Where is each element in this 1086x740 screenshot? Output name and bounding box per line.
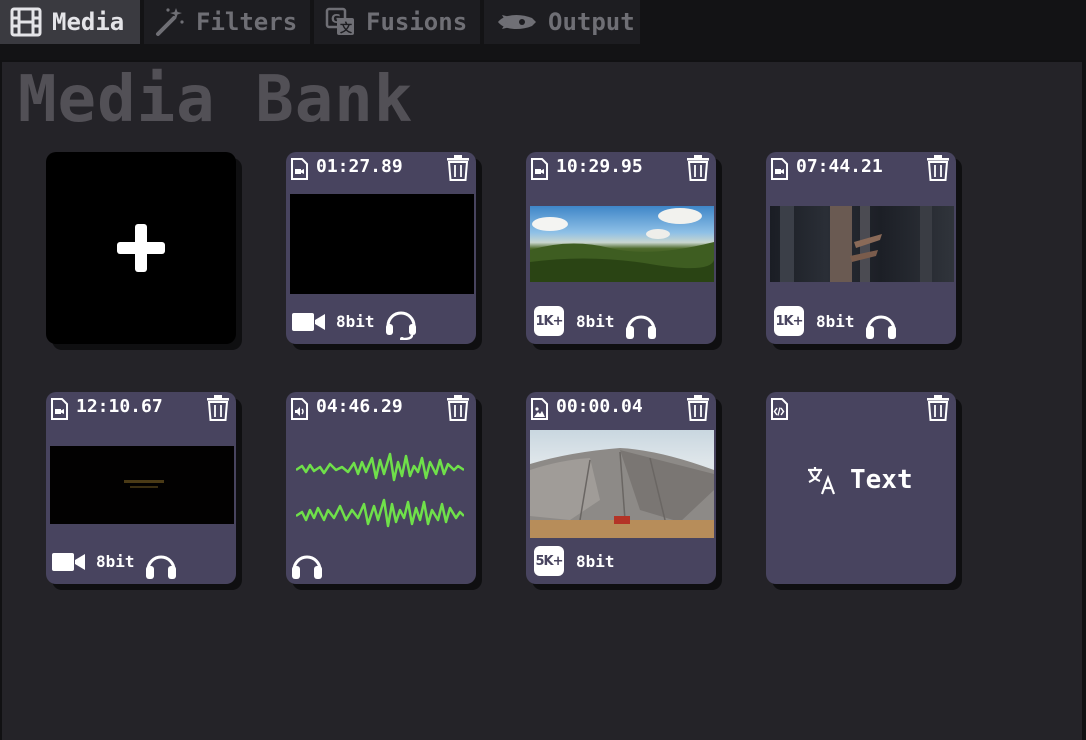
bit-depth-label: 8bit: [96, 552, 135, 571]
trash-icon[interactable]: [686, 395, 710, 421]
tab-fusions[interactable]: G文 Fusions: [314, 0, 480, 44]
page-title: Media Bank: [18, 63, 414, 137]
trash-icon[interactable]: [206, 395, 230, 421]
card-header: 04:46.29: [286, 392, 476, 422]
card-footer: 8bit: [286, 300, 476, 344]
media-card[interactable]: 04:46.29: [286, 392, 476, 584]
duration-label: 07:44.21: [796, 156, 883, 177]
card-footer: 1K+ 8bit: [766, 300, 956, 344]
card-footer: [286, 540, 476, 584]
text-item-label: Text: [850, 465, 913, 495]
audio-file-icon: [291, 398, 308, 420]
image-thumbnail: [530, 430, 714, 538]
card-header: 10:29.95: [526, 152, 716, 182]
trash-icon[interactable]: [686, 155, 710, 181]
tab-bar: Media Filters G文 Fusions Output: [0, 0, 1086, 60]
tab-filters[interactable]: Filters: [144, 0, 310, 44]
bit-depth-label: 8bit: [816, 312, 855, 331]
bit-depth-label: 8bit: [576, 552, 615, 571]
media-card[interactable]: Text: [766, 392, 956, 584]
video-camera-icon: [292, 313, 325, 331]
headphones-icon: [146, 555, 176, 579]
resolution-badge: 5K+: [534, 546, 564, 576]
resolution-badge: 1K+: [534, 306, 564, 336]
tab-fusions-label: Fusions: [366, 8, 468, 36]
tab-media-label: Media: [52, 8, 125, 36]
headphones-icon: [866, 315, 896, 339]
video-thumbnail: [770, 206, 954, 282]
trash-icon[interactable]: [446, 155, 470, 181]
headphones-icon: [626, 315, 656, 339]
tab-media[interactable]: Media: [0, 0, 140, 44]
translate-icon: G文: [324, 6, 356, 38]
code-file-icon: [771, 398, 788, 420]
video-thumbnail: [290, 194, 474, 294]
trash-icon[interactable]: [926, 155, 950, 181]
media-card[interactable]: 00:00.04 5K+ 8bit: [526, 392, 716, 584]
video-file-icon: [51, 398, 68, 420]
svg-text:文: 文: [340, 20, 353, 35]
video-file-icon: [531, 158, 548, 180]
duration-label: 01:27.89: [316, 156, 403, 177]
video-thumbnail: [50, 446, 234, 524]
image-file-icon: [531, 398, 548, 420]
media-card[interactable]: 07:44.21 1K+ 8bit: [766, 152, 956, 344]
card-footer: 5K+ 8bit: [526, 540, 716, 584]
media-bank-panel: Media Bank 01:27.89 8bit 10:29.95 1K+ 8b…: [2, 62, 1082, 740]
video-file-icon: [771, 158, 788, 180]
card-footer: 8bit: [46, 540, 236, 584]
video-camera-icon: [52, 553, 85, 571]
card-header: 07:44.21: [766, 152, 956, 182]
film-icon: [10, 6, 42, 38]
audio-waveform: [296, 452, 464, 528]
duration-label: 04:46.29: [316, 396, 403, 417]
text-item: Text: [806, 464, 913, 496]
card-footer: 1K+ 8bit: [526, 300, 716, 344]
card-header: [766, 392, 956, 422]
video-file-icon: [291, 158, 308, 180]
video-thumbnail: [530, 206, 714, 282]
resolution-badge: 1K+: [774, 306, 804, 336]
headset-icon: [386, 311, 416, 340]
bit-depth-label: 8bit: [576, 312, 615, 331]
card-header: 01:27.89: [286, 152, 476, 182]
tab-output[interactable]: Output: [484, 0, 640, 44]
media-card[interactable]: 12:10.67 8bit: [46, 392, 236, 584]
plus-icon: [117, 224, 165, 272]
headphones-icon: [292, 555, 322, 579]
bit-depth-label: 8bit: [336, 312, 375, 331]
trash-icon[interactable]: [446, 395, 470, 421]
card-header: 00:00.04: [526, 392, 716, 422]
rocket-icon: [494, 6, 538, 38]
media-card[interactable]: 10:29.95 1K+ 8bit: [526, 152, 716, 344]
magic-wand-icon: [154, 6, 186, 38]
media-card[interactable]: 01:27.89 8bit: [286, 152, 476, 344]
card-header: 12:10.67: [46, 392, 236, 422]
duration-label: 10:29.95: [556, 156, 643, 177]
duration-label: 00:00.04: [556, 396, 643, 417]
tab-filters-label: Filters: [196, 8, 298, 36]
trash-icon[interactable]: [926, 395, 950, 421]
tab-output-label: Output: [548, 8, 635, 36]
translate-icon: [808, 467, 836, 495]
duration-label: 12:10.67: [76, 396, 163, 417]
add-media-button[interactable]: [46, 152, 236, 344]
